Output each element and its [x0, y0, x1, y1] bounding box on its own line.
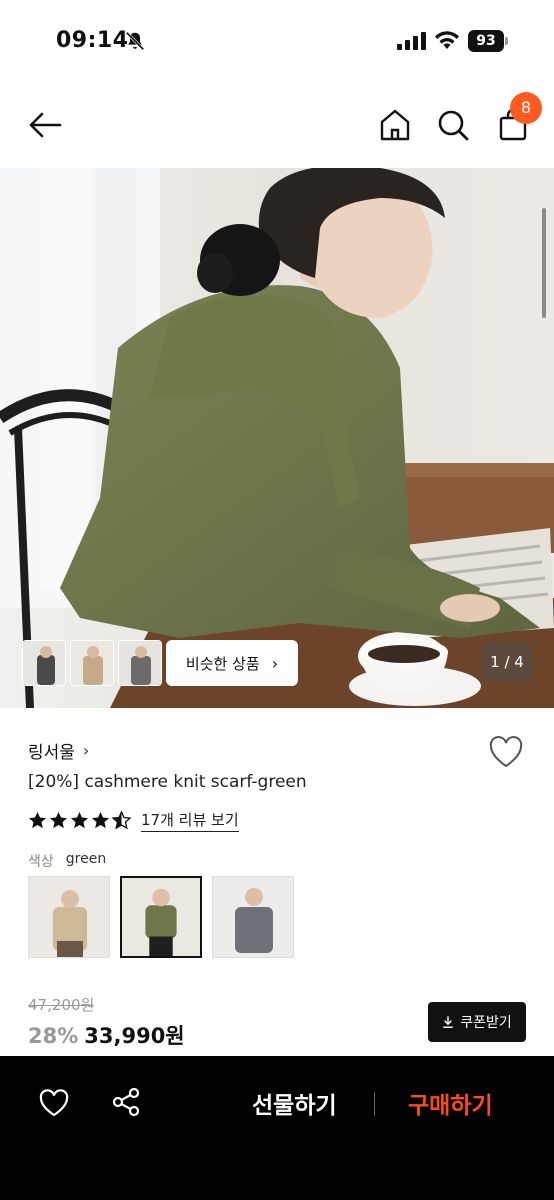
signal-icon	[397, 32, 426, 50]
battery-icon: 93	[468, 30, 508, 52]
home-icon[interactable]	[378, 108, 412, 142]
color-swatches	[28, 876, 294, 958]
search-icon[interactable]	[436, 108, 470, 142]
thumbnail-strip	[22, 640, 162, 686]
coupon-label: 쿠폰받기	[460, 1015, 512, 1031]
star-half-icon	[112, 811, 131, 830]
top-nav: 8	[0, 84, 554, 168]
rating-row: 17개 리뷰 보기	[28, 809, 239, 832]
color-swatch-2-selected[interactable]	[120, 876, 202, 958]
coupon-button[interactable]: 쿠폰받기	[428, 1002, 526, 1042]
share-icon[interactable]	[110, 1086, 142, 1118]
sale-price: 33,990원	[84, 1024, 185, 1048]
brand-name: 링서울	[28, 743, 75, 763]
color-swatch-3[interactable]	[212, 876, 294, 958]
star-full-icon	[49, 811, 68, 829]
star-full-icon	[70, 811, 89, 829]
similar-products-label: 비슷한 상품	[185, 654, 260, 673]
product-title: [20%] cashmere knit scarf-green	[28, 772, 307, 792]
product-image-carousel[interactable]: 비슷한 상품 › 1 / 4	[0, 168, 554, 708]
divider	[374, 1092, 375, 1116]
gift-button[interactable]: 선물하기	[252, 1086, 337, 1120]
similar-products-button[interactable]: 비슷한 상품 ›	[166, 640, 298, 686]
chevron-right-icon: ›	[82, 741, 90, 760]
product-photo	[0, 168, 554, 708]
back-arrow-icon[interactable]	[28, 110, 62, 140]
image-pager: 1 / 4	[482, 643, 532, 681]
thumbnail-1[interactable]	[22, 640, 66, 686]
price-row: 28% 33,990원	[28, 1020, 185, 1050]
chevron-right-icon: ›	[271, 653, 279, 673]
cart-count-badge: 8	[510, 92, 542, 124]
brand-link[interactable]: 링서울 ›	[28, 738, 89, 763]
favorite-heart-icon[interactable]	[488, 735, 524, 769]
battery-level: 93	[468, 30, 504, 52]
color-value: green	[65, 851, 107, 867]
bottom-action-bar: 선물하기 구매하기	[0, 1056, 554, 1200]
download-icon	[443, 1016, 454, 1028]
thumbnail-3[interactable]	[118, 640, 162, 686]
bell-slash-icon	[125, 31, 145, 51]
color-swatch-1[interactable]	[28, 876, 110, 958]
wifi-icon	[435, 31, 459, 49]
review-link[interactable]: 17개 리뷰 보기	[141, 809, 239, 832]
status-bar: 09:14 93	[0, 0, 554, 84]
buy-button[interactable]: 구매하기	[408, 1086, 493, 1120]
status-time: 09:14	[56, 28, 129, 53]
wishlist-heart-icon[interactable]	[38, 1088, 70, 1118]
color-row: 색상 green	[28, 851, 106, 871]
star-full-icon	[28, 811, 47, 829]
original-price: 47,200원	[28, 996, 95, 1014]
scroll-indicator	[542, 208, 546, 318]
rating-stars	[28, 811, 131, 830]
thumbnail-2[interactable]	[70, 640, 114, 686]
color-label: 색상	[28, 854, 54, 870]
discount-rate: 28%	[28, 1024, 79, 1048]
star-full-icon	[91, 811, 110, 829]
